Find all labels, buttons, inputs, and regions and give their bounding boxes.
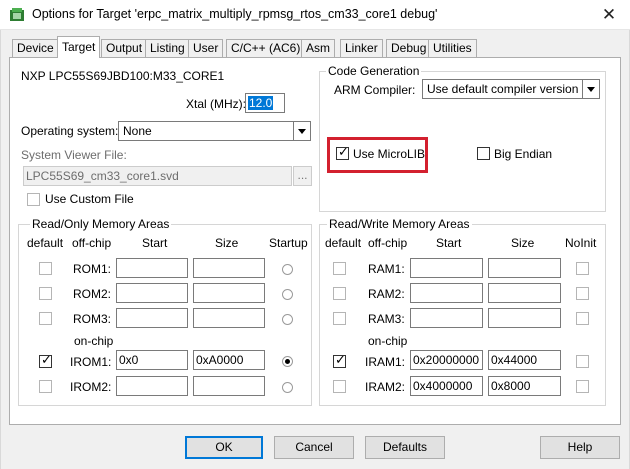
rom3-default-checkbox[interactable] (39, 312, 52, 325)
ram1-noinit-checkbox[interactable] (576, 262, 589, 275)
checkmark-icon: ✓ (335, 352, 346, 367)
iram1-default-checkbox[interactable]: ✓ (333, 352, 346, 368)
chevron-down-icon (582, 80, 599, 98)
ram3-start-input[interactable] (410, 308, 483, 328)
big-endian-label: Big Endian (494, 147, 553, 161)
ram2-start-input[interactable] (410, 283, 483, 303)
svf-input[interactable]: LPC55S69_cm33_core1.svd (23, 166, 292, 186)
rom-header-default: default (27, 236, 64, 250)
device-name: NXP LPC55S69JBD100:M33_CORE1 (21, 69, 225, 83)
iram1-start-input[interactable]: 0x20000000 (410, 350, 483, 370)
ram3-label: RAM3: (368, 312, 405, 326)
iram1-noinit-checkbox[interactable] (576, 355, 589, 368)
panel-content: NXP LPC55S69JBD100:M33_CORE1 Xtal (MHz):… (0, 0, 630, 469)
irom1-start-input[interactable]: 0x0 (116, 350, 188, 370)
ram2-size-input[interactable] (488, 283, 561, 303)
rom3-label: ROM3: (73, 312, 112, 326)
irom2-size-input[interactable] (193, 376, 265, 396)
rom1-startup-radio[interactable] (282, 264, 293, 275)
os-label: Operating system: (21, 124, 119, 138)
xtal-label-text: Xtal (MHz): (186, 97, 246, 111)
rom-header-offchip: off-chip (72, 236, 112, 250)
ram2-noinit-checkbox[interactable] (576, 287, 589, 300)
irom2-startup-radio[interactable] (282, 382, 293, 393)
rom2-startup-radio[interactable] (282, 289, 293, 300)
irom2-start-input[interactable] (116, 376, 188, 396)
svf-browse-button[interactable]: ... (293, 166, 312, 186)
use-custom-file-label: Use Custom File (45, 192, 134, 206)
svf-label: System Viewer File: (21, 148, 127, 162)
rom2-size-input[interactable] (193, 283, 265, 303)
rom1-label: ROM1: (73, 262, 112, 276)
arm-compiler-select[interactable]: Use default compiler version 6 (422, 79, 600, 99)
iram1-label: IRAM1: (365, 355, 406, 369)
rom-header-start: Start (142, 236, 168, 250)
irom1-default-checkbox[interactable]: ✓ (39, 352, 52, 368)
ram3-size-input[interactable] (488, 308, 561, 328)
iram2-size-input[interactable]: 0x8000 (488, 376, 561, 396)
use-custom-file-checkbox[interactable] (27, 193, 40, 206)
rom-onchip-label: on-chip (74, 334, 114, 348)
arm-compiler-value: Use default compiler version 6 (427, 82, 589, 96)
rom1-start-input[interactable] (116, 258, 188, 278)
irom2-label: IROM2: (70, 380, 112, 394)
highlight-box (327, 137, 428, 173)
rom1-size-input[interactable] (193, 258, 265, 278)
irom1-startup-radio[interactable] (282, 356, 293, 367)
ram-header-start: Start (436, 236, 462, 250)
radio-selected-dot (285, 359, 290, 364)
rom-header-startup: Startup (269, 236, 308, 250)
ram1-size-input[interactable] (488, 258, 561, 278)
rom2-start-input[interactable] (116, 283, 188, 303)
xtal-input[interactable]: 12.0 (245, 93, 285, 113)
irom1-size-input[interactable]: 0xA0000 (193, 350, 265, 370)
big-endian-checkbox[interactable] (477, 147, 490, 160)
ram2-default-checkbox[interactable] (333, 287, 346, 300)
iram2-default-checkbox[interactable] (333, 380, 346, 393)
iram2-label: IRAM2: (365, 380, 406, 394)
rom-header-size: Size (215, 236, 239, 250)
ram1-start-input[interactable] (410, 258, 483, 278)
os-value: None (123, 124, 152, 138)
rom-group-title: Read/Only Memory Areas (30, 217, 172, 231)
rom2-default-checkbox[interactable] (39, 287, 52, 300)
ram-header-default: default (325, 236, 362, 250)
irom2-default-checkbox[interactable] (39, 380, 52, 393)
rom3-start-input[interactable] (116, 308, 188, 328)
ram1-default-checkbox[interactable] (333, 262, 346, 275)
rom2-label: ROM2: (73, 287, 112, 301)
rom3-startup-radio[interactable] (282, 314, 293, 325)
ram-onchip-label: on-chip (368, 334, 408, 348)
irom1-label: IROM1: (70, 355, 112, 369)
xtal-label: Xtal (MHz): (186, 97, 246, 111)
xtal-value: 12.0 (248, 96, 274, 110)
os-select[interactable]: None (118, 121, 311, 141)
code-generation-title: Code Generation (326, 64, 422, 78)
rom3-size-input[interactable] (193, 308, 265, 328)
iram2-start-input[interactable]: 0x4000000 (410, 376, 483, 396)
arm-compiler-label: ARM Compiler: (334, 83, 416, 97)
iram1-size-input[interactable]: 0x44000 (488, 350, 561, 370)
ram2-label: RAM2: (368, 287, 405, 301)
iram2-noinit-checkbox[interactable] (576, 380, 589, 393)
ram1-label: RAM1: (368, 262, 405, 276)
ram-header-offchip: off-chip (368, 236, 408, 250)
ram3-noinit-checkbox[interactable] (576, 312, 589, 325)
ram-header-noinit: NoInit (565, 236, 597, 250)
chevron-down-icon (293, 122, 310, 140)
ram-group-title: Read/Write Memory Areas (327, 217, 472, 231)
checkmark-icon: ✓ (41, 352, 52, 367)
rom1-default-checkbox[interactable] (39, 262, 52, 275)
ram3-default-checkbox[interactable] (333, 312, 346, 325)
ram-header-size: Size (511, 236, 535, 250)
